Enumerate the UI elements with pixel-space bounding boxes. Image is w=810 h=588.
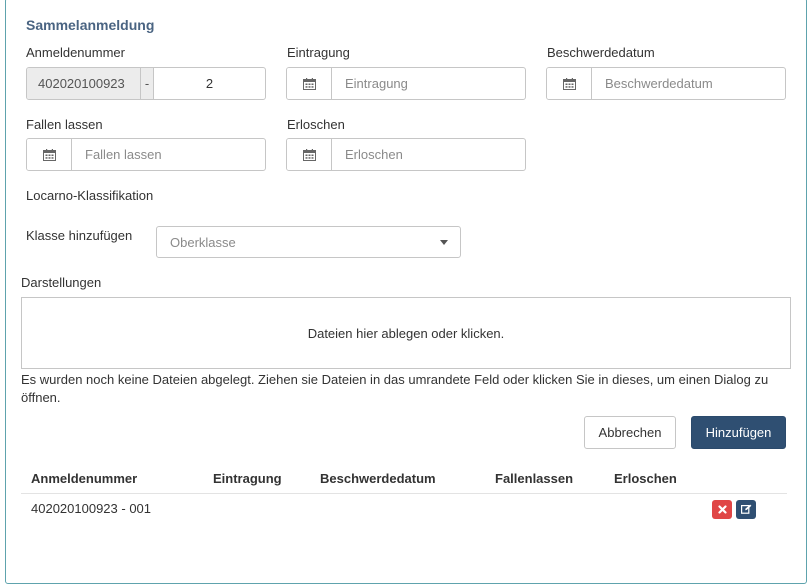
beschwerdedatum-label: Beschwerdedatum: [547, 45, 655, 60]
close-icon: [717, 502, 727, 517]
chevron-down-icon: [440, 240, 448, 245]
calendar-icon: [562, 77, 576, 90]
anmeldenummer-suffix-field[interactable]: 2: [154, 68, 265, 99]
calendar-icon: [302, 77, 316, 90]
fallen-lassen-label: Fallen lassen: [26, 117, 103, 132]
section-title: Sammelanmeldung: [26, 17, 155, 33]
fallen-lassen-field[interactable]: Fallen lassen: [26, 138, 266, 171]
fallen-lassen-calendar-button[interactable]: [27, 139, 72, 170]
eintragung-label: Eintragung: [287, 45, 350, 60]
erloschen-placeholder: Erloschen: [345, 147, 403, 162]
table-header-divider: [21, 493, 787, 494]
erloschen-calendar-button[interactable]: [287, 139, 332, 170]
beschwerdedatum-field[interactable]: Beschwerdedatum: [546, 67, 786, 100]
eintragung-calendar-button[interactable]: [287, 68, 332, 99]
anmeldenummer-prefix-field: 402020100923: [27, 68, 141, 99]
column-header-beschwerdedatum: Beschwerdedatum: [320, 471, 436, 486]
eintragung-placeholder: Eintragung: [345, 76, 408, 91]
dropzone-help-text: Es wurden noch keine Dateien abgelegt. Z…: [21, 372, 769, 405]
calendar-icon: [302, 148, 316, 161]
beschwerdedatum-placeholder: Beschwerdedatum: [605, 76, 713, 91]
oberklasse-selected-value: Oberklasse: [170, 234, 236, 250]
locarno-label: Locarno-Klassifikation: [26, 188, 154, 203]
column-header-eintragung: Eintragung: [213, 471, 282, 486]
edit-icon: [740, 502, 752, 517]
calendar-icon: [42, 148, 56, 161]
erloschen-label: Erloschen: [287, 117, 345, 132]
fallen-lassen-placeholder: Fallen lassen: [85, 147, 162, 162]
darstellungen-label: Darstellungen: [21, 275, 102, 290]
dropzone-text: Dateien hier ablegen oder klicken.: [307, 325, 505, 341]
eintragung-field[interactable]: Eintragung: [286, 67, 526, 100]
cancel-button[interactable]: Abbrechen: [584, 416, 676, 449]
oberklasse-select[interactable]: Oberklasse: [156, 226, 461, 258]
edit-row-button[interactable]: [736, 500, 756, 519]
klasse-label: Klasse hinzufügen: [26, 228, 133, 243]
erloschen-field[interactable]: Erloschen: [286, 138, 526, 171]
delete-row-button[interactable]: [712, 500, 732, 519]
column-header-anmeldenummer: Anmeldenummer: [31, 471, 138, 486]
file-dropzone[interactable]: Dateien hier ablegen oder klicken.: [21, 297, 791, 369]
anmeldenummer-label: Anmeldenummer: [26, 45, 125, 60]
anmeldenummer-input-group: 402020100923 - 2: [26, 67, 266, 100]
beschwerdedatum-calendar-button[interactable]: [547, 68, 592, 99]
table-row-anmeldenummer-cell: 402020100923 - 001: [31, 501, 152, 516]
column-header-erloschen: Erloschen: [614, 471, 677, 486]
add-button[interactable]: Hinzufügen: [691, 416, 786, 449]
column-header-fallenlassen: Fallenlassen: [495, 471, 574, 486]
anmeldenummer-separator: -: [141, 68, 154, 99]
